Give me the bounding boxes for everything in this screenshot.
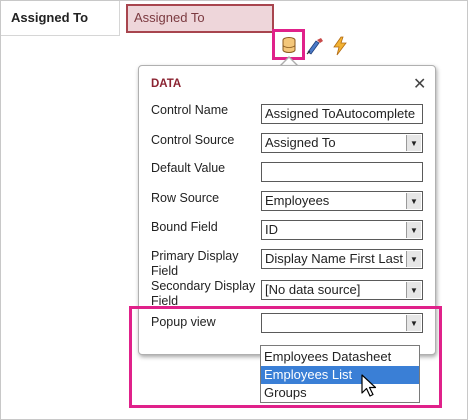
bound-field-value: ID <box>265 222 278 237</box>
assigned-to-control-text: Assigned To <box>134 10 205 25</box>
formatting-button[interactable] <box>303 34 327 58</box>
field-label: Assigned To <box>11 10 89 25</box>
mouse-pointer-icon <box>361 374 377 397</box>
row-source-select[interactable]: Employees ▼ <box>261 191 423 211</box>
bound-field-label: Bound Field <box>151 220 218 234</box>
actions-icon <box>333 36 347 56</box>
chevron-down-icon[interactable]: ▼ <box>406 222 421 238</box>
primary-display-field-label: Primary Display Field <box>151 249 239 278</box>
secondary-display-field-label: Secondary Display Field <box>151 279 256 308</box>
field-label-cell: Assigned To <box>1 1 120 36</box>
row-source-label: Row Source <box>151 191 220 205</box>
control-source-label: Control Source <box>151 133 235 147</box>
secondary-display-field-select[interactable]: [No data source] ▼ <box>261 280 423 300</box>
actions-button[interactable] <box>328 34 352 58</box>
formatting-icon <box>306 38 323 55</box>
popup-title: DATA <box>151 78 182 90</box>
close-icon[interactable]: ✕ <box>413 74 426 94</box>
dropdown-option-employees-list[interactable]: Employees List <box>261 366 419 384</box>
chevron-down-icon[interactable]: ▼ <box>406 251 421 267</box>
control-name-input[interactable]: Assigned ToAutocomplete <box>261 104 423 124</box>
bound-field-select[interactable]: ID ▼ <box>261 220 423 240</box>
chevron-down-icon[interactable]: ▼ <box>406 135 421 151</box>
control-source-select[interactable]: Assigned To ▼ <box>261 133 423 153</box>
dropdown-option-groups[interactable]: Groups <box>261 384 419 402</box>
primary-display-field-select[interactable]: Display Name First Last ▼ <box>261 249 423 269</box>
primary-display-field-value: Display Name First Last <box>265 251 403 266</box>
control-name-label: Control Name <box>151 103 229 117</box>
data-icon <box>282 36 295 53</box>
secondary-display-field-value: [No data source] <box>265 282 361 297</box>
assigned-to-control[interactable]: Assigned To <box>126 4 274 33</box>
default-value-label: Default Value <box>151 161 226 175</box>
default-value-input[interactable] <box>261 162 423 182</box>
chevron-down-icon[interactable]: ▼ <box>406 193 421 209</box>
dropdown-option-employees-datasheet[interactable]: Employees Datasheet <box>261 348 419 366</box>
row-source-value: Employees <box>265 193 330 208</box>
chevron-down-icon[interactable]: ▼ <box>406 282 421 298</box>
control-source-value: Assigned To <box>265 135 336 150</box>
popup-view-dropdown-list: Employees Datasheet Employees List Group… <box>260 345 420 403</box>
